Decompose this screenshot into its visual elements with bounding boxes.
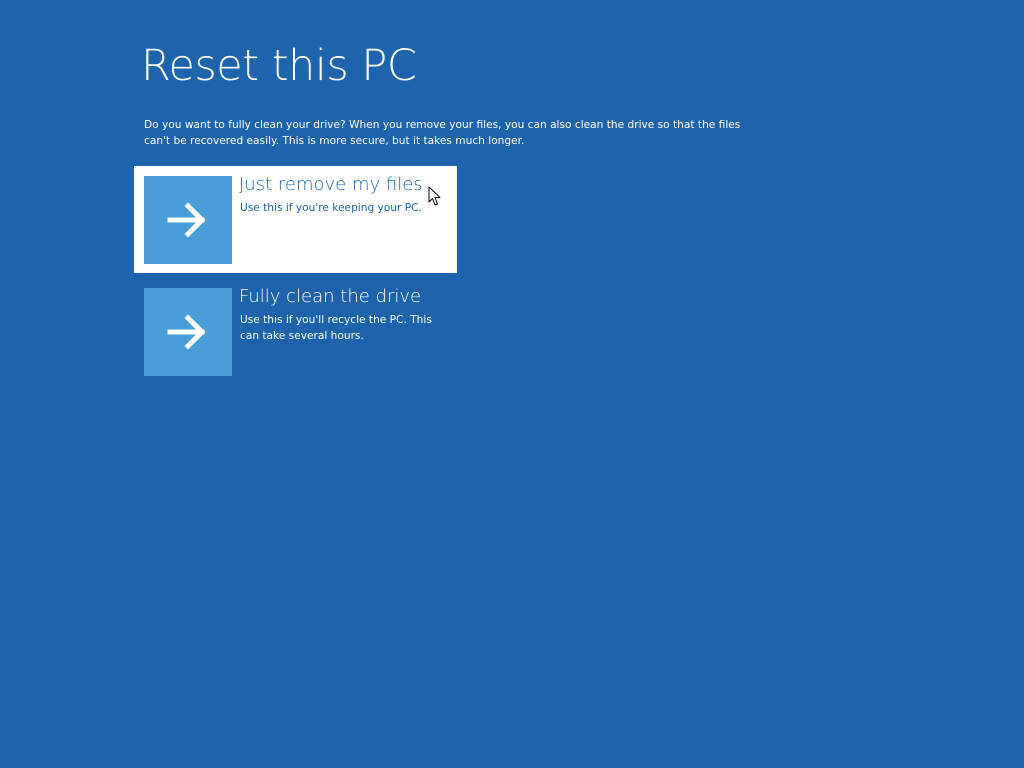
arrow-right-icon (167, 314, 206, 350)
option-tile (144, 288, 232, 376)
option-description: Use this if you'll recycle the PC. This … (240, 314, 432, 342)
page-title: Reset this PC (141, 41, 417, 91)
option-just-remove-my-files[interactable]: Just remove my files Use this if you're … (134, 166, 457, 273)
option-fully-clean-the-drive[interactable]: Fully clean the drive Use this if you'll… (134, 278, 457, 385)
option-description: Use this if you're keeping your PC. (240, 202, 422, 214)
reset-pc-screen: Reset this PC Do you want to fully clean… (0, 0, 1024, 768)
option-title: Just remove my files (239, 174, 423, 195)
arrow-right-icon (167, 202, 206, 238)
option-tile (144, 176, 232, 264)
option-title: Fully clean the drive (239, 286, 422, 307)
page-description: Do you want to fully clean your drive? W… (144, 119, 741, 147)
